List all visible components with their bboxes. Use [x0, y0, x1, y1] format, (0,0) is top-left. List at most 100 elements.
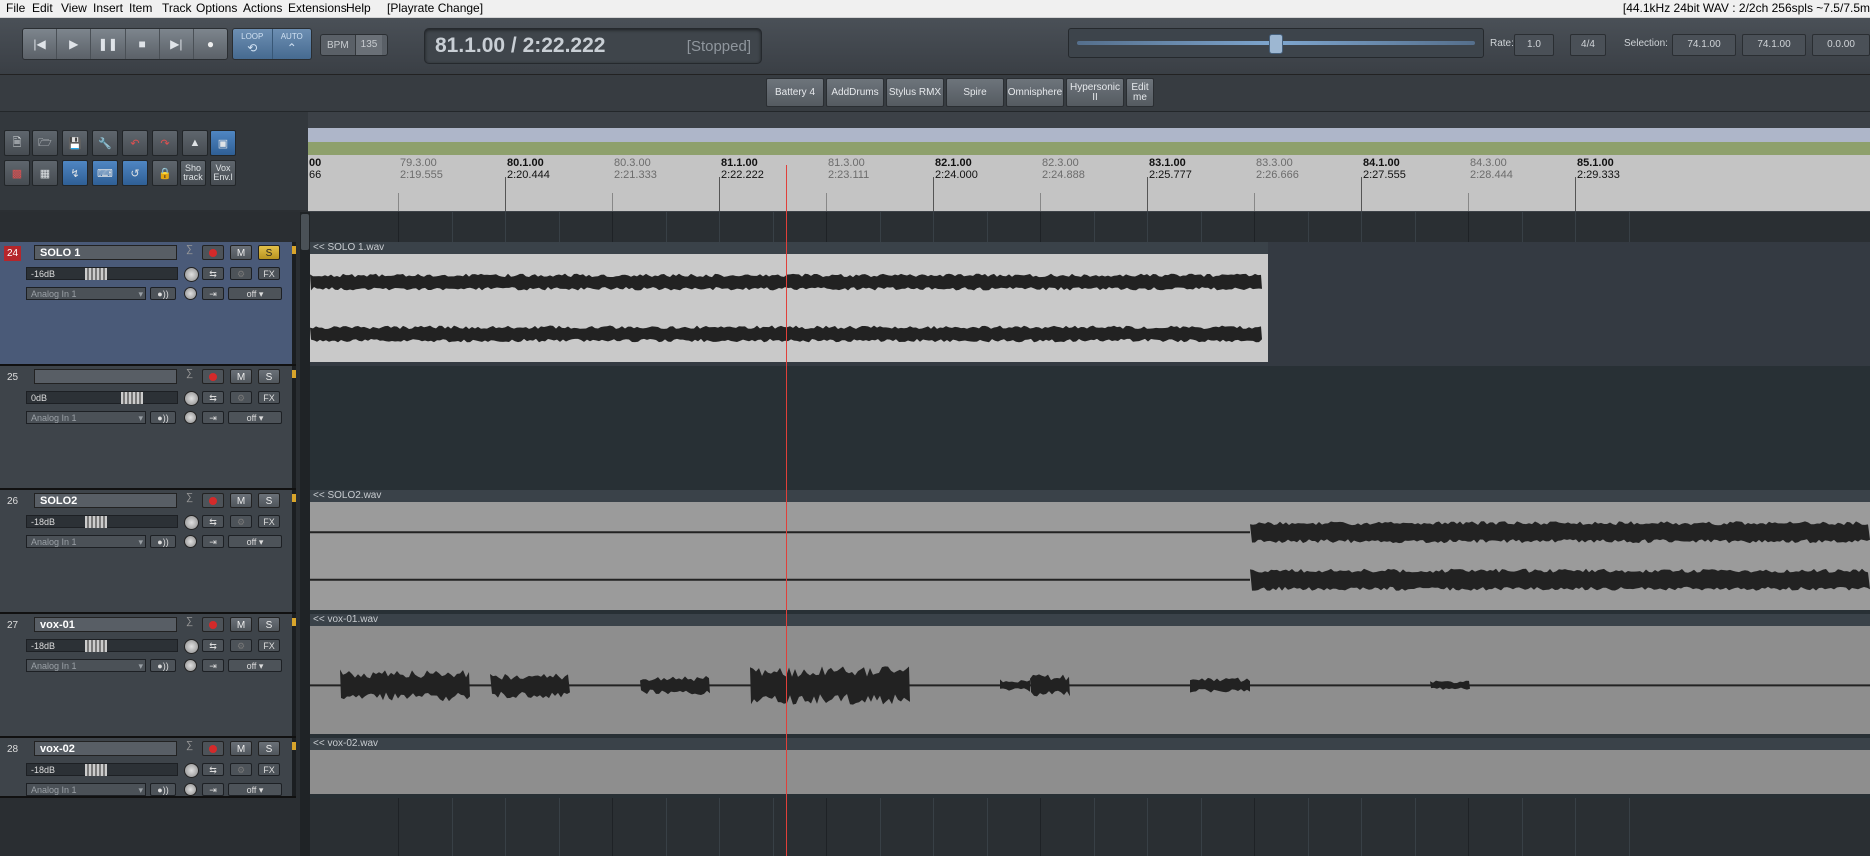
- menu-item[interactable]: Item: [129, 1, 152, 15]
- input-knob[interactable]: [184, 783, 197, 796]
- env-button[interactable]: ⚙: [230, 391, 252, 404]
- mute-button[interactable]: M: [230, 493, 252, 508]
- menu-help[interactable]: Help: [346, 1, 371, 15]
- input-knob[interactable]: [184, 411, 197, 424]
- monitor-button[interactable]: ●)): [150, 535, 176, 548]
- media-item[interactable]: << vox-01.wav: [310, 614, 1870, 734]
- playhead-cursor[interactable]: [786, 165, 787, 856]
- phase-icon[interactable]: ∑: [186, 244, 193, 255]
- automation-mode-button[interactable]: off ▾: [228, 287, 282, 300]
- selection-start[interactable]: 74.1.00: [1672, 34, 1736, 56]
- env-button[interactable]: ⚙: [230, 639, 252, 652]
- go-to-end-button[interactable]: ▶|: [160, 29, 194, 59]
- record-arm-button[interactable]: [202, 493, 224, 508]
- track-panel-25[interactable]: 25 ∑ M S 0dB ⇆ ⚙ FX Analog In 1 ▾ ●)) ⇥ o…: [0, 366, 296, 490]
- region-lane[interactable]: [308, 128, 1870, 142]
- io-button[interactable]: ⇆: [202, 267, 224, 280]
- undo-button[interactable]: ↶: [122, 130, 148, 156]
- bpm-box[interactable]: BPM 135: [320, 34, 388, 56]
- track-panel-27[interactable]: 27 vox-01 ∑ M S -18dB ⇆ ⚙ FX Analog In 1…: [0, 614, 296, 738]
- record-button[interactable]: ●: [194, 29, 227, 59]
- track-name[interactable]: vox-01: [34, 617, 177, 632]
- automation-mode-button[interactable]: off ▾: [228, 535, 282, 548]
- volume-fader[interactable]: -18dB: [26, 763, 178, 776]
- env-button[interactable]: ⚙: [230, 763, 252, 776]
- record-arm-button[interactable]: [202, 617, 224, 632]
- ruler-body[interactable]: 00 66 79.3.00 2:19.555 80.1.00 2:20.444 80.3.…: [308, 155, 1870, 211]
- plugin-stylus-button[interactable]: Stylus RMX: [886, 78, 944, 107]
- phase-icon[interactable]: ∑: [186, 616, 193, 627]
- fx-button[interactable]: FX: [258, 267, 280, 280]
- marker-lane[interactable]: [308, 142, 1870, 155]
- io-button[interactable]: ⇆: [202, 763, 224, 776]
- track-name[interactable]: SOLO2: [34, 493, 177, 508]
- go-to-start-button[interactable]: |◀: [23, 29, 57, 59]
- phase-icon[interactable]: ∑: [186, 368, 193, 379]
- phase-icon[interactable]: ∑: [186, 492, 193, 503]
- save-project-button[interactable]: 💾: [62, 130, 88, 156]
- open-project-button[interactable]: 🗁: [32, 130, 58, 156]
- automation-mode-button[interactable]: off ▾: [228, 659, 282, 672]
- tcp-scrollbar[interactable]: [300, 212, 310, 856]
- fx-button[interactable]: FX: [258, 515, 280, 528]
- phase-icon[interactable]: ∑: [186, 740, 193, 751]
- play-button[interactable]: ▶: [57, 29, 91, 59]
- ripple-edit-button[interactable]: ▩: [4, 160, 30, 186]
- fader-handle[interactable]: [121, 392, 143, 404]
- env-button[interactable]: ⚙: [230, 515, 252, 528]
- menu-insert[interactable]: Insert: [93, 1, 123, 15]
- io-button[interactable]: ⇆: [202, 515, 224, 528]
- automation-mode-button[interactable]: off ▾: [228, 783, 282, 796]
- volume-fader[interactable]: -18dB: [26, 515, 178, 528]
- io-button[interactable]: ⇆: [202, 391, 224, 404]
- grid-button[interactable]: ▦: [32, 160, 58, 186]
- solo-button[interactable]: S: [258, 493, 280, 508]
- plugin-edit-button[interactable]: Edit me: [1126, 78, 1154, 107]
- record-input-select[interactable]: Analog In 1 ▾: [26, 287, 146, 300]
- vox-envelope-button[interactable]: Vox Env.l: [210, 160, 236, 186]
- plugin-omnisphere-button[interactable]: Omnisphere: [1006, 78, 1064, 107]
- menu-view[interactable]: View: [61, 1, 87, 15]
- volume-fader[interactable]: 0dB: [26, 391, 178, 404]
- menu-edit[interactable]: Edit: [32, 1, 53, 15]
- automation-mode-button[interactable]: off ▾: [228, 411, 282, 424]
- media-item[interactable]: << SOLO2.wav: [310, 490, 1870, 610]
- track-lane-25[interactable]: [310, 366, 1870, 490]
- track-panel-26[interactable]: 26 SOLO2 ∑ M S -18dB ⇆ ⚙ FX Analog In 1 ▾…: [0, 490, 296, 614]
- input-knob[interactable]: [184, 659, 197, 672]
- fader-handle[interactable]: [85, 764, 107, 776]
- input-knob[interactable]: [184, 287, 197, 300]
- monitor-button[interactable]: ●)): [150, 783, 176, 796]
- plugin-hypersonic-button[interactable]: Hypersonic II: [1066, 78, 1124, 107]
- menu-options[interactable]: Options: [196, 1, 237, 15]
- scrollbar-thumb[interactable]: [301, 214, 309, 250]
- volume-fader[interactable]: -18dB: [26, 639, 178, 652]
- solo-button[interactable]: S: [258, 245, 280, 260]
- arrange-view[interactable]: << SOLO 1.wav << SOLO2.wav << vox-01.wav <<…: [310, 212, 1870, 856]
- playrate-knob[interactable]: [1269, 34, 1283, 54]
- track-lane-28[interactable]: << vox-02.wav: [310, 738, 1870, 798]
- show-track-button[interactable]: Sho track: [180, 160, 206, 186]
- pause-button[interactable]: ❚❚: [91, 29, 125, 59]
- snap-button[interactable]: ↯: [62, 160, 88, 186]
- track-panel-28[interactable]: 28 vox-02 ∑ M S -18dB ⇆ ⚙ FX Analog In 1…: [0, 738, 296, 798]
- track-lane-24[interactable]: << SOLO 1.wav: [310, 242, 1870, 366]
- record-input-select[interactable]: Analog In 1 ▾: [26, 411, 146, 424]
- record-input-select[interactable]: Analog In 1 ▾: [26, 535, 146, 548]
- fx-button[interactable]: FX: [258, 763, 280, 776]
- item-grouping-button[interactable]: ↺: [122, 160, 148, 186]
- solo-button[interactable]: S: [258, 369, 280, 384]
- fader-handle[interactable]: [85, 268, 107, 280]
- timeline-ruler[interactable]: 00 66 79.3.00 2:19.555 80.1.00 2:20.444 80.3.…: [308, 112, 1870, 212]
- monitor-button[interactable]: ●)): [150, 659, 176, 672]
- new-project-button[interactable]: 🗎: [4, 130, 30, 156]
- fader-handle[interactable]: [85, 640, 107, 652]
- time-display[interactable]: 81.1.00 / 2:22.222 [Stopped]: [424, 28, 762, 64]
- solo-button[interactable]: S: [258, 617, 280, 632]
- track-name[interactable]: [34, 369, 177, 384]
- fx-button[interactable]: FX: [258, 391, 280, 404]
- solo-button[interactable]: S: [258, 741, 280, 756]
- time-signature[interactable]: 4/4: [1570, 34, 1606, 56]
- track-name[interactable]: SOLO 1: [34, 245, 177, 260]
- record-arm-button[interactable]: [202, 245, 224, 260]
